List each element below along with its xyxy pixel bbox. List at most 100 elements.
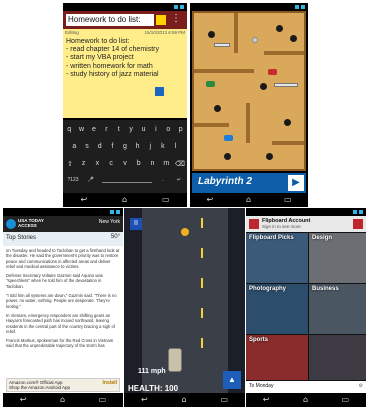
tile-flipboard-picks[interactable]: Flipboard Picks [246,233,308,283]
key[interactable]: a [69,143,79,150]
key[interactable]: m [161,160,171,168]
key[interactable]: o [163,126,173,133]
ad-banner[interactable]: Amazon.com® Official App Shop the Amazon… [6,378,120,392]
ad-install-button[interactable]: Install [103,380,117,386]
pause-button[interactable]: II [130,218,142,230]
account-subtitle: Sign in to see more [262,224,301,229]
key[interactable]: p [176,126,186,133]
tile-design[interactable]: Design [309,233,366,283]
android-nav-bar: ↩ ⌂ ▭ [246,393,366,407]
symbols-key[interactable]: ?123 [66,177,80,183]
home-icon[interactable]: ⌂ [122,196,127,204]
home-icon[interactable]: ⌂ [182,396,187,404]
flipboard-menu-icon[interactable] [353,219,363,229]
key[interactable]: x [92,160,102,168]
lane-marking [201,308,203,318]
flipboard-footer: To Monday ⚙ [246,381,366,393]
key[interactable]: k [158,143,168,150]
key[interactable]: w [77,126,87,133]
back-icon[interactable]: ↩ [206,196,213,204]
android-nav-bar: ↩ ⌂ ▭ [124,393,245,407]
key[interactable]: l [171,143,181,150]
weather-location[interactable]: New York [99,219,120,225]
recent-apps-icon[interactable]: ▭ [342,396,350,404]
overflow-menu-icon[interactable]: ⋮ [171,13,181,24]
key[interactable]: s [82,143,92,150]
home-icon[interactable]: ⌂ [246,196,251,204]
lane-marking [201,248,203,258]
recent-apps-icon[interactable]: ▭ [220,396,228,404]
key[interactable]: r [101,126,111,133]
key[interactable]: d [95,143,105,150]
home-icon[interactable]: ⌂ [60,396,65,404]
city-building [228,208,245,393]
key[interactable]: c [106,160,116,168]
enter-key[interactable]: ↵ [174,177,184,183]
tile-label: Flipboard Picks [249,235,294,241]
space-key[interactable] [102,177,152,183]
back-icon[interactable]: ↩ [263,396,270,404]
soft-keyboard: q w e r t y u i o p a s d f g h j k l ⇧ … [63,120,187,193]
key[interactable]: j [145,143,155,150]
shift-key[interactable]: ⇧ [65,160,75,168]
tile-label: Photography [249,286,286,292]
key[interactable]: t [114,126,124,133]
key[interactable]: z [79,160,89,168]
android-nav-bar: ↩ ⌂ ▭ [63,193,187,207]
tile-photography[interactable]: Photography [246,284,308,334]
maze-wall [194,69,254,73]
status-bar [3,208,123,216]
recent-apps-icon[interactable]: ▭ [162,196,170,204]
tile-extra[interactable] [309,335,366,380]
tile-business[interactable]: Business [309,284,366,334]
note-text[interactable]: Homework to do list: - read chapter 14 o… [66,38,159,79]
microphone-icon[interactable]: 🎤 [86,177,96,183]
note-title-input[interactable]: Homework to do list: [66,14,154,26]
temperature: 50° [110,234,120,240]
note-color-button[interactable] [156,15,166,25]
key[interactable]: . [158,177,168,183]
boost-button[interactable]: ▲ [223,371,241,389]
game-banner[interactable]: Labyrinth 2 ▶ [192,173,306,193]
backspace-key[interactable]: ⌫ [175,160,185,168]
game-title: Labyrinth 2 [198,176,252,187]
note-line: - start my VBA project [66,54,134,62]
recent-apps-icon[interactable]: ▭ [284,196,292,204]
key[interactable]: u [139,126,149,133]
note-meta: Editing 15/10/2013 6:59 PM [65,30,185,35]
key[interactable]: e [89,126,99,133]
note-editor[interactable]: Editing 15/10/2013 6:59 PM Homework to d… [63,29,187,118]
key[interactable]: g [120,143,130,150]
account-header[interactable]: Flipboard Account Sign in to see more [246,216,366,232]
footer-label: To Monday [249,383,274,389]
recent-apps-icon[interactable]: ▭ [99,396,107,404]
play-icon[interactable]: ▶ [288,175,304,191]
back-icon[interactable]: ↩ [20,396,27,404]
settings-icon[interactable]: ⚙ [359,383,363,389]
keyboard-row-3: ⇧ z x c v b n m ⌫ [63,160,187,168]
key[interactable]: h [133,143,143,150]
maze-wall [264,51,304,55]
key[interactable]: n [147,160,157,168]
health-readout: HEALTH: 100 [128,384,179,393]
game-board[interactable] [192,11,306,171]
key[interactable]: f [107,143,117,150]
text-cursor-handle[interactable] [155,87,164,96]
tile-label: Sports [249,337,269,343]
hole [266,153,273,160]
keyboard-row-2: a s d f g h j k l [63,143,187,150]
usa-today-logo [6,219,16,229]
tile-sports[interactable]: Sports [246,335,308,380]
keyboard-row-1: q w e r t y u i o p [63,126,187,133]
android-nav-bar: ↩ ⌂ ▭ [3,393,123,407]
home-icon[interactable]: ⌂ [303,396,308,404]
lane-marking [201,338,203,348]
key[interactable]: i [151,126,161,133]
key[interactable]: b [134,160,144,168]
key[interactable]: v [120,160,130,168]
back-icon[interactable]: ↩ [80,196,87,204]
section-header: Top Stories 50° [3,232,123,246]
key[interactable]: y [126,126,136,133]
back-icon[interactable]: ↩ [141,396,148,404]
key[interactable]: q [64,126,74,133]
